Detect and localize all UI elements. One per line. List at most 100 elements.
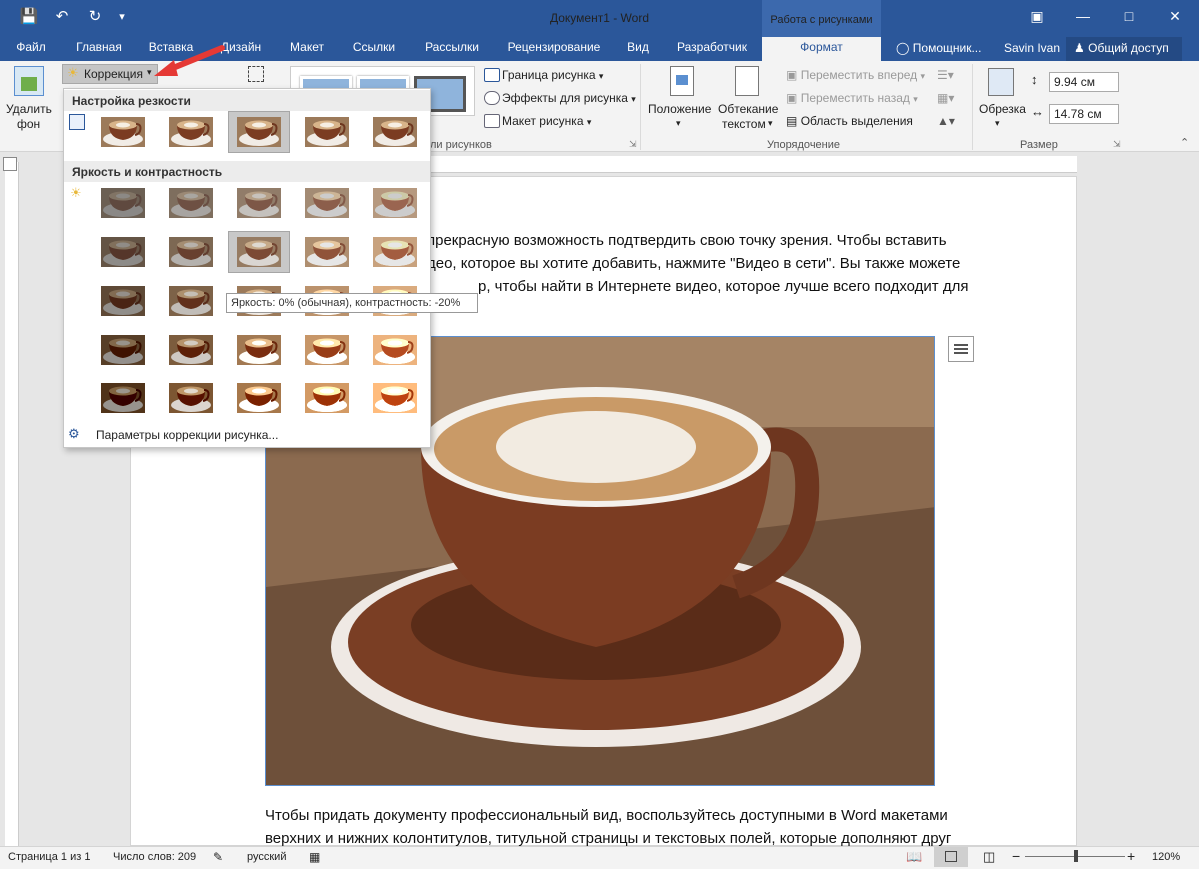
tab-file[interactable]: Файл [8,37,54,62]
sharpness-section-header: Настройка резкости [64,90,430,111]
zoom-out-button[interactable]: − [1012,848,1020,864]
position-button[interactable]: Положение [648,102,711,116]
sharpness-thumbnail[interactable] [296,111,358,153]
rotate-icon[interactable]: ▲▾ [937,114,955,128]
brightness-contrast-thumbnail[interactable] [228,182,290,224]
word-count[interactable]: Число слов: 209 [113,851,196,863]
picture-layout-button[interactable]: Макет рисунка ▾ [502,114,591,128]
crop-icon [988,68,1014,96]
page-count[interactable]: Страница 1 из 1 [8,851,90,863]
user-name[interactable]: Savin Ivan [1004,41,1060,55]
wrap-text-label-1[interactable]: Обтекание [718,102,778,116]
maximize-icon[interactable]: □ [1106,0,1152,32]
picture-layout-label: Макет рисунка [502,114,584,128]
context-tab-group-label: Работа с рисунками [762,0,881,37]
zoom-slider-thumb[interactable] [1074,850,1078,862]
brightness-contrast-thumbnail[interactable] [160,231,222,273]
compress-picture-icon[interactable] [248,66,264,82]
tab-review[interactable]: Рецензирование [500,37,608,62]
tab-references[interactable]: Ссылки [344,37,404,62]
group-icon[interactable]: ▦▾ [937,91,954,105]
tab-layout[interactable]: Макет [280,37,334,62]
macro-icon[interactable]: ▦ [309,850,320,864]
minimize-icon[interactable]: — [1060,0,1106,32]
brightness-contrast-thumbnail[interactable] [228,231,290,273]
paragraph-line[interactable]: Чтобы придать документу профессиональный… [265,804,948,827]
remove-background-label-1[interactable]: Удалить [6,102,52,116]
tell-me-box[interactable]: ◯ Помощник... [896,41,981,55]
person-icon: ♟ [1074,41,1085,55]
vertical-ruler[interactable] [5,162,19,846]
brightness-contrast-thumbnail[interactable] [364,329,426,371]
paragraph-line[interactable]: прекрасную возможность подтвердить свою … [427,229,947,252]
lightbulb-icon: ◯ [896,41,910,55]
selection-pane-icon: ▤ [786,114,798,128]
chevron-down-icon: ▾ [586,117,592,127]
brightness-contrast-thumbnail[interactable] [364,377,426,419]
tab-selector[interactable] [3,157,17,171]
sharpness-thumbnail[interactable] [228,111,290,153]
tab-developer[interactable]: Разработчик [668,37,756,62]
brightness-contrast-thumbnail[interactable] [160,182,222,224]
brightness-contrast-thumbnail[interactable] [92,329,154,371]
language-indicator[interactable]: русский [247,851,286,863]
dialog-launcher-icon[interactable]: ⇲ [1113,139,1121,150]
brightness-contrast-thumbnail[interactable] [160,377,222,419]
layout-options-icon[interactable] [948,336,974,362]
tab-format[interactable]: Формат [762,37,881,62]
remove-background-label-2[interactable]: фон [17,117,40,131]
brightness-contrast-thumbnail[interactable] [92,377,154,419]
sharpness-thumbnail[interactable] [92,111,154,153]
picture-border-button[interactable]: Граница рисунка ▾ [502,68,603,82]
zoom-level[interactable]: 120% [1152,851,1180,863]
brightness-contrast-thumbnail[interactable] [364,182,426,224]
width-field[interactable]: 14.78 см [1049,104,1119,124]
picture-effects-button[interactable]: Эффекты для рисунка ▾ [502,91,636,105]
tab-home[interactable]: Главная [68,37,130,62]
close-icon[interactable]: ✕ [1152,0,1198,32]
restore-ribbon-icon[interactable]: ▣ [1014,0,1060,32]
brightness-contrast-thumbnail[interactable] [228,377,290,419]
height-icon: ↕ [1031,72,1038,87]
brightness-contrast-thumbnail[interactable] [228,329,290,371]
height-field[interactable]: 9.94 см [1049,72,1119,92]
share-button[interactable]: ♟ Общий доступ [1066,37,1182,61]
picture-effects-icon [484,91,500,105]
chevron-down-icon: ▾ [768,118,773,128]
sun-icon: ☀ [67,65,79,80]
wrap-text-label-2[interactable]: текстом [722,117,766,131]
zoom-in-button[interactable]: + [1127,848,1135,864]
chevron-down-icon: ▾ [920,71,926,81]
crop-button[interactable]: Обрезка [979,102,1026,116]
picture-correction-options-link[interactable]: Параметры коррекции рисунка... [96,428,278,442]
tab-view[interactable]: Вид [620,37,656,62]
brightness-contrast-thumbnail[interactable] [296,182,358,224]
brightness-contrast-thumbnail[interactable] [296,329,358,371]
brightness-contrast-thumbnail[interactable] [160,329,222,371]
position-icon [670,66,694,96]
brightness-contrast-thumbnail[interactable] [92,280,154,322]
bring-forward-button[interactable]: ▣ Переместить вперед ▾ [786,68,925,82]
collapse-ribbon-icon[interactable]: ⌃ [1180,136,1189,149]
proofing-icon[interactable]: ✎ [213,850,223,864]
dialog-launcher-icon[interactable]: ⇲ [629,139,637,150]
brightness-contrast-thumbnail[interactable] [160,280,222,322]
read-mode-icon[interactable]: 📖 [906,849,922,865]
align-icon[interactable]: ☰▾ [937,68,954,82]
brightness-contrast-thumbnail[interactable] [296,231,358,273]
brightness-contrast-thumbnail[interactable] [364,231,426,273]
paragraph-line[interactable]: део, которое вы хотите добавить, нажмите… [427,252,960,275]
web-layout-icon[interactable]: ◫ [983,849,995,865]
brightness-contrast-thumbnail[interactable] [296,377,358,419]
send-backward-button[interactable]: ▣ Переместить назад ▾ [786,91,918,105]
print-layout-icon[interactable] [934,847,968,867]
picture-layout-icon [484,114,500,128]
sharpness-thumbnail[interactable] [160,111,222,153]
selection-pane-button[interactable]: ▤ Область выделения [786,114,913,128]
width-icon: ↔ [1031,104,1044,119]
brightness-contrast-thumbnail[interactable] [92,182,154,224]
sharpness-thumbnail[interactable] [364,111,426,153]
paragraph-line[interactable]: р, чтобы найти в Интернете видео, которо… [478,275,968,298]
brightness-contrast-thumbnail[interactable] [92,231,154,273]
tab-mailings[interactable]: Рассылки [416,37,488,62]
